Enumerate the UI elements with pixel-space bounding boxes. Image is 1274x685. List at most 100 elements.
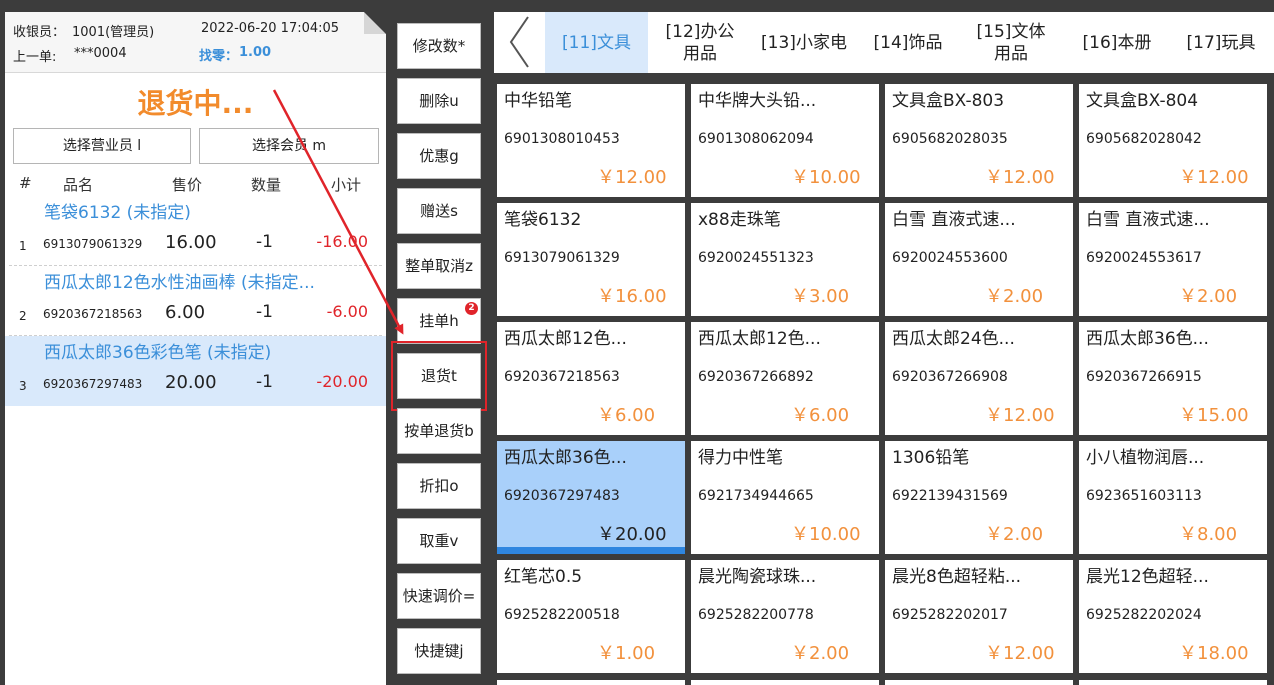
tare-weight-button[interactable]: 取重v xyxy=(397,518,481,564)
category-tab[interactable]: [14]饰品 xyxy=(861,12,955,73)
product-code: 6925282200778 xyxy=(698,607,814,623)
last-order-value: ***0004 xyxy=(74,46,127,61)
cart-item-name: 西瓜太郎12色水性油画棒 (未指定... xyxy=(44,273,315,293)
col-header-price: 售价 xyxy=(172,176,203,194)
product-card[interactable]: 白雪 直液式速... 6920024553617 ￥2.00 xyxy=(1079,203,1267,316)
return-by-order-button[interactable]: 按单退货b xyxy=(397,408,481,454)
product-card[interactable]: 红笔芯0.5 6925282200518 ￥1.00 xyxy=(497,560,685,673)
category-tab[interactable]: [16]本册 xyxy=(1072,12,1162,73)
cart-item-price: 6.00 xyxy=(165,302,206,323)
product-card[interactable]: 得力中性笔 6921734944665 ￥10.00 xyxy=(691,441,879,554)
product-price: ￥12.00 xyxy=(985,405,1055,426)
discount-offer-button[interactable]: 优惠g xyxy=(397,133,481,179)
cart-item-name: 笔袋6132 (未指定) xyxy=(44,203,191,223)
cart-item-price: 16.00 xyxy=(165,232,217,253)
discount-button[interactable]: 折扣o xyxy=(397,463,481,509)
change-label: 找零： xyxy=(199,49,239,64)
product-code: 6901308062094 xyxy=(698,131,814,147)
cashier-label: 收银员： xyxy=(13,25,66,40)
product-code: 6920367266908 xyxy=(892,369,1008,385)
product-code: 6923651603113 xyxy=(1086,488,1202,504)
product-card[interactable]: 晨光12色超轻... 6925282202024 ￥18.00 xyxy=(1079,560,1267,673)
product-code: 6920024553617 xyxy=(1086,250,1202,266)
product-code: 6901308010453 xyxy=(504,131,620,147)
modify-qty-button[interactable]: 修改数* xyxy=(397,23,481,69)
cart-item-subtotal: -16.00 xyxy=(316,232,368,251)
quick-reprice-button[interactable]: 快速调价= xyxy=(397,573,481,619)
product-card[interactable]: x88走珠笔 6920024551323 ￥3.00 xyxy=(691,203,879,316)
category-tab[interactable]: [15]文体 用品 xyxy=(960,12,1062,73)
col-header-idx: # xyxy=(19,174,32,192)
product-name: x88走珠笔 xyxy=(698,210,781,230)
product-card[interactable]: 文具盒BX-803 6905682028035 ￥12.00 xyxy=(885,84,1073,197)
product-price: ￥20.00 xyxy=(597,524,667,545)
category-tab[interactable]: [17]玩具 xyxy=(1176,12,1266,73)
product-card-partial[interactable] xyxy=(885,680,1073,685)
product-card-partial[interactable] xyxy=(1079,680,1267,685)
gift-button[interactable]: 赠送s xyxy=(397,188,481,234)
product-price: ￥10.00 xyxy=(791,524,861,545)
product-name: 西瓜太郎12色... xyxy=(698,329,821,349)
product-name: 中华牌大头铅... xyxy=(698,91,817,111)
product-card[interactable]: 晨光陶瓷球珠... 6925282200778 ￥2.00 xyxy=(691,560,879,673)
select-salesperson-button[interactable]: 选择营业员 l xyxy=(13,128,191,164)
product-code: 6920367266892 xyxy=(698,369,814,385)
product-code: 6920024551323 xyxy=(698,250,814,266)
return-status-text: 退货中... xyxy=(137,87,254,120)
product-code: 6905682028042 xyxy=(1086,131,1202,147)
product-price: ￥16.00 xyxy=(597,286,667,307)
page-fold-icon xyxy=(364,12,386,34)
delete-button[interactable]: 删除u xyxy=(397,78,481,124)
product-card[interactable]: 文具盒BX-804 6905682028042 ￥12.00 xyxy=(1079,84,1267,197)
product-card-selected[interactable]: 西瓜太郎36色... 6920367297483 ￥20.00 xyxy=(497,441,685,554)
product-card[interactable]: 中华铅笔 6901308010453 ￥12.00 xyxy=(497,84,685,197)
product-card[interactable]: 西瓜太郎12色... 6920367218563 ￥6.00 xyxy=(497,322,685,435)
product-card[interactable]: 1306铅笔 6922139431569 ￥2.00 xyxy=(885,441,1073,554)
return-highlight-box xyxy=(391,341,487,411)
product-name: 晨光8色超轻粘... xyxy=(892,567,1022,587)
product-price: ￥12.00 xyxy=(985,167,1055,188)
product-card[interactable]: 西瓜太郎24色... 6920367266908 ￥12.00 xyxy=(885,322,1073,435)
product-name: 西瓜太郎24色... xyxy=(892,329,1015,349)
product-price: ￥8.00 xyxy=(1179,524,1238,545)
product-name: 西瓜太郎36色... xyxy=(1086,329,1209,349)
product-code: 6920367297483 xyxy=(504,488,620,504)
product-card[interactable]: 中华牌大头铅... 6901308062094 ￥10.00 xyxy=(691,84,879,197)
cart-row[interactable]: 西瓜太郎12色水性油画棒 (未指定... 2 6920367218563 6.0… xyxy=(5,266,386,336)
cart-row[interactable]: 笔袋6132 (未指定) 1 6913079061329 16.00 -1 -1… xyxy=(5,196,386,266)
product-price: ￥10.00 xyxy=(791,167,861,188)
cart-item-qty: -1 xyxy=(256,372,273,392)
product-card[interactable]: 笔袋6132 6913079061329 ￥16.00 xyxy=(497,203,685,316)
cart-item-index: 1 xyxy=(19,239,27,253)
order-panel: 收银员： 1001(管理员) 2022-06-20 17:04:05 上一单: … xyxy=(5,12,386,685)
product-card[interactable]: 小八植物润唇... 6923651603113 ￥8.00 xyxy=(1079,441,1267,554)
product-card[interactable]: 西瓜太郎12色... 6920367266892 ￥6.00 xyxy=(691,322,879,435)
product-code: 6905682028035 xyxy=(892,131,1008,147)
cancel-order-button[interactable]: 整单取消z xyxy=(397,243,481,289)
product-price: ￥12.00 xyxy=(985,643,1055,664)
select-member-button[interactable]: 选择会员 m xyxy=(199,128,379,164)
product-price: ￥2.00 xyxy=(1179,286,1238,307)
product-card[interactable]: 白雪 直液式速... 6920024553600 ￥2.00 xyxy=(885,203,1073,316)
product-name: 1306铅笔 xyxy=(892,448,970,468)
chevron-left-icon[interactable] xyxy=(506,14,546,70)
cart-item-index: 2 xyxy=(19,309,27,323)
order-header: 收银员： 1001(管理员) 2022-06-20 17:04:05 上一单: … xyxy=(5,12,386,73)
product-name: 白雪 直液式速... xyxy=(1086,210,1210,230)
cart-item-code: 6913079061329 xyxy=(43,237,143,251)
cart-row-selected[interactable]: 西瓜太郎36色彩色笔 (未指定) 3 6920367297483 20.00 -… xyxy=(5,336,386,406)
category-tab[interactable]: [11]文具 xyxy=(545,12,648,73)
product-code: 6920367266915 xyxy=(1086,369,1202,385)
category-tab[interactable]: [13]小家电 xyxy=(753,12,855,73)
category-tab[interactable]: [12]办公 用品 xyxy=(650,12,750,73)
product-price: ￥1.00 xyxy=(597,643,656,664)
product-card[interactable]: 晨光8色超轻粘... 6925282202017 ￥12.00 xyxy=(885,560,1073,673)
product-card-partial[interactable] xyxy=(497,680,685,685)
product-card[interactable]: 西瓜太郎36色... 6920367266915 ￥15.00 xyxy=(1079,322,1267,435)
product-card-partial[interactable] xyxy=(691,680,879,685)
product-name: 西瓜太郎36色... xyxy=(504,448,627,468)
cart-item-code: 6920367218563 xyxy=(43,307,143,321)
product-name: 文具盒BX-804 xyxy=(1086,91,1199,111)
shortcuts-button[interactable]: 快捷键j xyxy=(397,628,481,674)
last-order-label: 上一单: xyxy=(13,50,57,65)
